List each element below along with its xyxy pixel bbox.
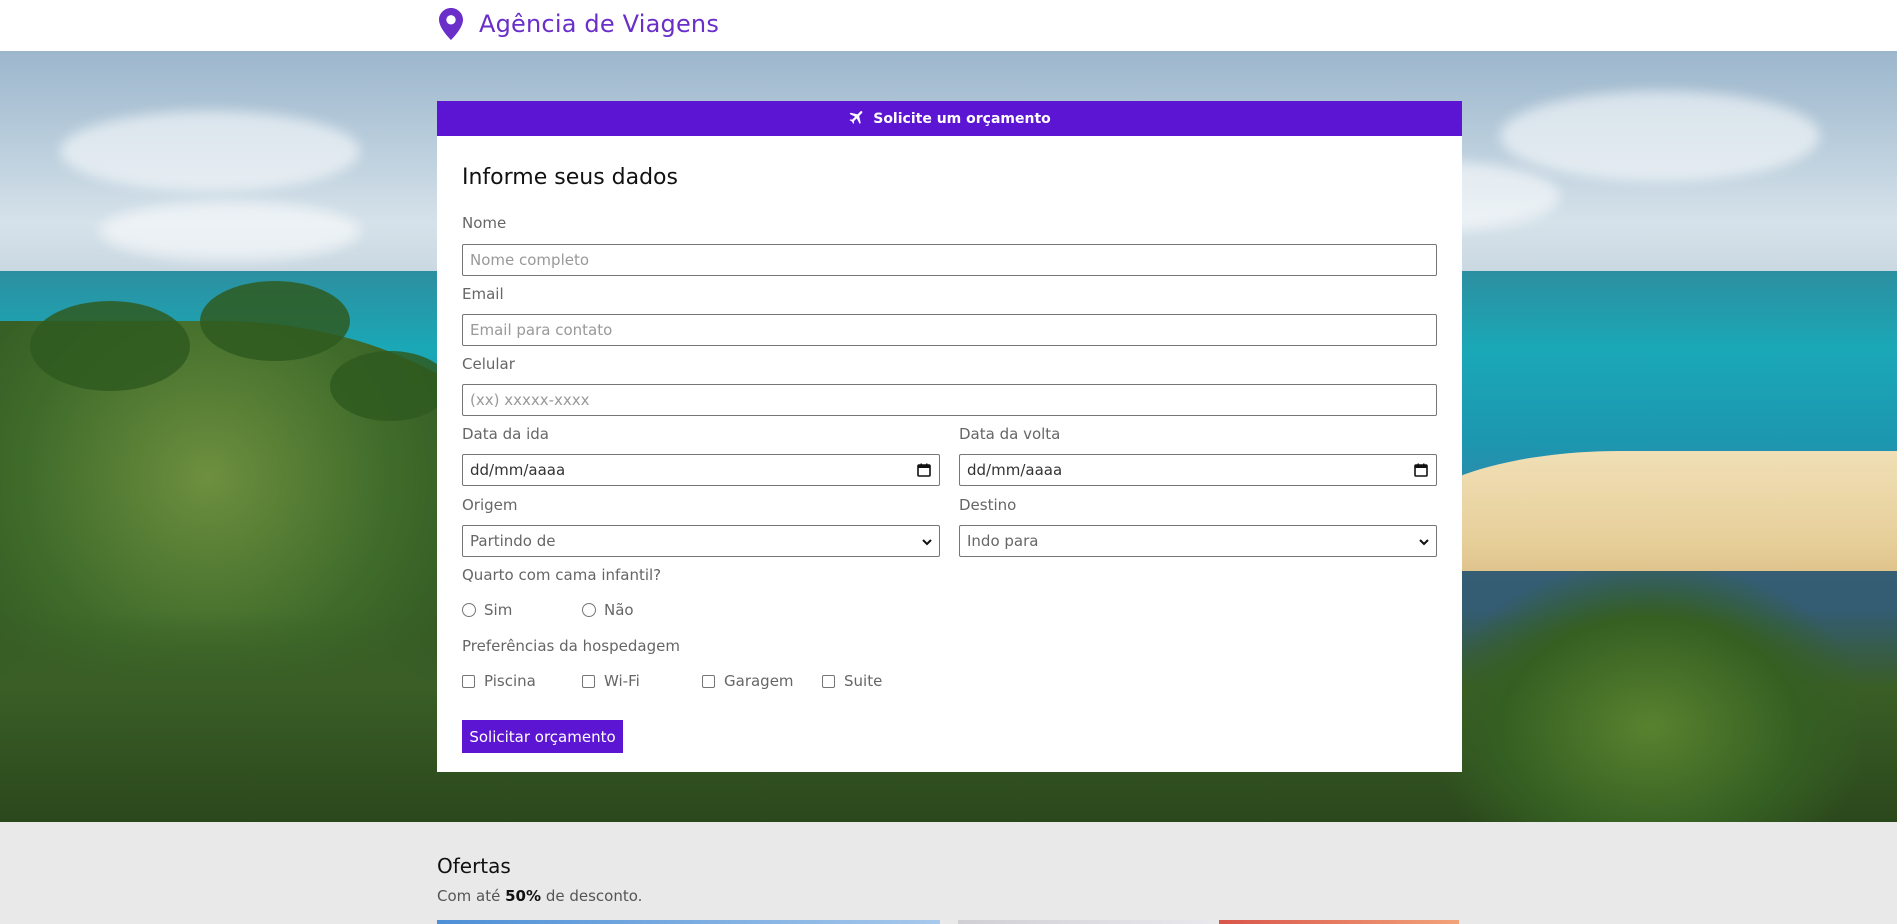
palm-tree (200, 281, 350, 361)
nome-input[interactable]: Nome completo (462, 244, 1437, 276)
quote-form-card: Solicite um orçamento Informe seus dados… (437, 101, 1462, 772)
card-header-label: Solicite um orçamento (873, 110, 1051, 127)
checkbox-garagem-label: Garagem (724, 672, 794, 690)
destino-label: Destino (959, 496, 1017, 514)
checkbox[interactable] (822, 674, 835, 688)
checkbox[interactable] (582, 674, 595, 688)
form-title: Informe seus dados (462, 165, 678, 190)
map-pin-icon (437, 8, 465, 40)
offers-discount: 50% (505, 887, 542, 905)
cloud (100, 201, 360, 261)
radio-button[interactable] (462, 603, 476, 617)
email-input[interactable]: Email para contato (462, 314, 1437, 346)
email-placeholder: Email para contato (470, 321, 613, 339)
data-ida-input[interactable]: dd/mm/aaaa (462, 454, 940, 486)
data-volta-value: dd/mm/aaaa (967, 461, 1063, 479)
radio-sim[interactable]: Sim (462, 601, 512, 619)
checkbox-wifi-label: Wi-Fi (604, 672, 640, 690)
destino-select[interactable]: Indo para (959, 525, 1437, 557)
preferencias-label: Preferências da hospedagem (462, 637, 680, 655)
radio-button[interactable] (582, 603, 596, 617)
radio-sim-label: Sim (484, 601, 513, 619)
submit-quote-button[interactable]: Solicitar orçamento (462, 720, 623, 753)
palm-tree (30, 301, 190, 391)
origem-selected: Partindo de (470, 532, 556, 550)
checkbox-suite[interactable]: Suite (822, 672, 882, 690)
checkbox-wifi[interactable]: Wi-Fi (582, 672, 640, 690)
offer-image[interactable] (958, 920, 1208, 924)
origem-select[interactable]: Partindo de (462, 525, 940, 557)
celular-placeholder: (xx) xxxxx-xxxx (470, 391, 590, 409)
offers-subtitle-prefix: Com até (437, 887, 501, 905)
checkbox-piscina[interactable]: Piscina (462, 672, 536, 690)
checkbox-piscina-label: Piscina (484, 672, 536, 690)
checkbox[interactable] (702, 674, 715, 688)
data-ida-label: Data da ida (462, 425, 549, 443)
destino-selected: Indo para (967, 532, 1039, 550)
calendar-icon[interactable] (917, 463, 931, 477)
cloud (1500, 91, 1820, 181)
radio-nao[interactable]: Não (582, 601, 634, 619)
cama-infantil-label: Quarto com cama infantil? (462, 566, 662, 584)
cloud (60, 111, 360, 191)
palm-tree (1440, 571, 1860, 822)
nome-label: Nome (462, 214, 507, 232)
offer-image[interactable] (437, 920, 940, 924)
celular-input[interactable]: (xx) xxxxx-xxxx (462, 384, 1437, 416)
offers-subtitle-suffix: de desconto. (545, 887, 643, 905)
brand-title: Agência de Viagens (479, 10, 720, 38)
brand[interactable]: Agência de Viagens (437, 8, 719, 40)
palm-tree (330, 351, 450, 421)
data-volta-label: Data da volta (959, 425, 1061, 443)
plane-icon (848, 108, 873, 130)
data-volta-input[interactable]: dd/mm/aaaa (959, 454, 1437, 486)
chevron-down-icon (922, 539, 932, 546)
radio-nao-label: Não (604, 601, 634, 619)
offers-section: Ofertas Com até 50% de desconto. (0, 822, 1897, 924)
offers-subtitle: Com até 50% de desconto. (437, 887, 642, 905)
site-header: Agência de Viagens (0, 0, 1897, 51)
data-ida-value: dd/mm/aaaa (470, 461, 566, 479)
checkbox-suite-label: Suite (844, 672, 883, 690)
card-header: Solicite um orçamento (437, 101, 1462, 136)
offers-title: Ofertas (437, 854, 511, 878)
calendar-icon[interactable] (1414, 463, 1428, 477)
offer-image[interactable] (1219, 920, 1459, 924)
origem-label: Origem (462, 496, 518, 514)
checkbox-garagem[interactable]: Garagem (702, 672, 794, 690)
nome-placeholder: Nome completo (470, 251, 590, 269)
email-label: Email (462, 285, 504, 303)
celular-label: Celular (462, 355, 515, 373)
checkbox[interactable] (462, 674, 475, 688)
chevron-down-icon (1419, 539, 1429, 546)
